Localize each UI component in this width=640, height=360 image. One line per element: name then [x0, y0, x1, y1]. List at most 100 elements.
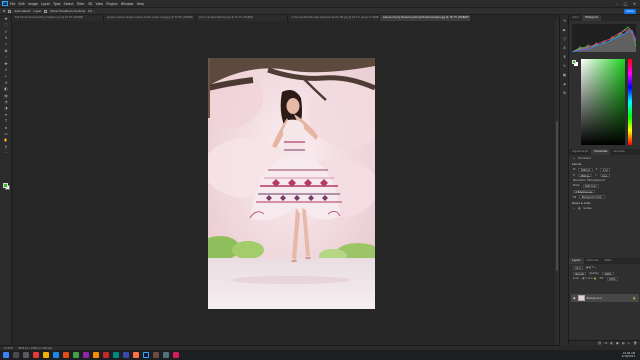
menu-view[interactable]: View [95, 2, 103, 6]
depth-select[interactable]: 8 Bits/Channel [573, 189, 595, 194]
layer-select[interactable]: Layer [34, 9, 42, 13]
app-icon-coral[interactable] [133, 352, 139, 358]
crop-tool-icon[interactable]: ⌗ [2, 42, 10, 47]
app-icon-red[interactable] [33, 352, 39, 358]
history-panel-icon[interactable]: ⟲ [562, 19, 567, 24]
menu-image[interactable]: Image [28, 2, 38, 6]
blur-tool-icon[interactable]: ◔ [2, 99, 10, 104]
brush-settings-icon[interactable]: ✎ [562, 64, 567, 69]
app-icon-purple[interactable] [83, 352, 89, 358]
maximize-button[interactable]: □ [624, 2, 627, 6]
link-layers-icon[interactable]: ⛓ [598, 341, 602, 345]
x-field[interactable]: 0 px [600, 168, 611, 172]
menu-file[interactable]: File [10, 2, 15, 6]
tab-color[interactable]: Color [569, 15, 582, 21]
clone-stamp-icon[interactable]: ⊥ [2, 74, 10, 79]
menu-filter[interactable]: Filter [77, 2, 85, 6]
shape-tool-icon[interactable]: ▭ [2, 131, 10, 136]
lasso-tool-icon[interactable]: ℓ [2, 29, 10, 34]
menu-plugins[interactable]: Plugins [106, 2, 117, 6]
app-icon-amber[interactable] [93, 352, 99, 358]
trash-icon[interactable]: 🗑 [633, 341, 637, 345]
share-button[interactable]: Share [624, 8, 636, 14]
info-panel-icon[interactable]: ⓘ [562, 37, 567, 42]
layer-name[interactable]: Background [587, 297, 602, 300]
ruler-icon[interactable]: ⊢ [573, 207, 575, 210]
adjustment-icon[interactable]: ▣ [616, 341, 619, 345]
brush-tool-icon[interactable]: ✐ [2, 68, 10, 73]
move-tool-icon[interactable]: ✥ [3, 9, 5, 13]
marquee-tool-icon[interactable]: ⬚ [2, 23, 10, 28]
app-icon-teal[interactable] [113, 352, 119, 358]
filter-icons[interactable]: ▣ ◐ T ▭ [586, 266, 596, 269]
width-field[interactable]: 3000 px [578, 168, 593, 172]
panel-foreground-swatch[interactable] [572, 60, 576, 64]
color-picker-field[interactable] [581, 59, 625, 145]
align-icons[interactable]: ⫴ ⫼ ⋯ [88, 9, 95, 13]
fx-icon[interactable]: fx [605, 341, 608, 345]
opacity-field[interactable]: 100% [602, 271, 614, 276]
foreground-color-swatch[interactable] [3, 183, 8, 188]
app-icon-green[interactable] [73, 352, 79, 358]
auto-select-checkbox[interactable] [8, 9, 12, 13]
menu-edit[interactable]: Edit [19, 2, 25, 6]
lock-icons[interactable]: ▦ ✎ ✥ ⊡ 🔒 [582, 277, 596, 280]
healing-brush-icon[interactable]: ✚ [2, 61, 10, 66]
new-layer-icon[interactable]: + [628, 341, 631, 345]
blend-mode-select[interactable]: Normal [573, 271, 587, 276]
windows-start-icon[interactable] [3, 352, 9, 358]
app-icon-indigo[interactable] [123, 352, 129, 358]
tab-libraries[interactable]: Libraries [610, 149, 627, 155]
frame-tool-icon[interactable]: ⊠ [2, 48, 10, 53]
app-icon-pink[interactable] [173, 352, 179, 358]
more-tools-icon[interactable]: ⋯ [2, 151, 10, 156]
transform-controls-checkbox[interactable] [44, 9, 48, 13]
eraser-tool-icon[interactable]: ◧ [2, 87, 10, 92]
grid-icon[interactable]: ▦ [578, 207, 580, 210]
tab-channels[interactable]: Channels [584, 258, 602, 264]
paragraph-panel-icon[interactable]: ¶ [562, 55, 567, 60]
menu-3d[interactable]: 3D [88, 2, 92, 6]
close-button[interactable]: ✕ [633, 2, 636, 6]
gradient-tool-icon[interactable]: ▤ [2, 93, 10, 98]
fill-select[interactable]: Background Color [579, 195, 605, 199]
navigator-panel-icon[interactable]: ⊞ [562, 91, 567, 96]
layer-row-background[interactable]: ◉ Background 🔒 [571, 294, 639, 302]
y-field[interactable]: 0 px [599, 173, 610, 178]
height-field[interactable]: 4500 px [577, 173, 593, 178]
tab-histogram[interactable]: Histogram [581, 15, 602, 21]
layer-kind-filter[interactable]: Kind [573, 266, 584, 270]
menu-layer[interactable]: Layer [41, 2, 50, 6]
group-icon[interactable]: ▤ [622, 341, 625, 345]
file-explorer-icon[interactable] [43, 352, 49, 358]
menu-select[interactable]: Select [64, 2, 74, 6]
scrollbar-thumb[interactable] [555, 121, 559, 271]
history-brush-icon[interactable]: ↺ [2, 80, 10, 85]
tab-properties[interactable]: Properties [591, 149, 611, 155]
system-clock[interactable]: 10:48 AM 4/18/2023 [622, 352, 635, 358]
actions-panel-icon[interactable]: ▶ [562, 28, 567, 33]
swatches-panel-icon[interactable]: ▦ [562, 73, 567, 78]
minimize-button[interactable]: – [616, 2, 618, 6]
photoshop-taskbar-icon[interactable] [143, 352, 149, 358]
eyedropper-tool-icon[interactable]: ⟋ [2, 55, 10, 60]
mask-icon[interactable]: ◐ [610, 341, 613, 345]
move-tool-icon[interactable]: ✥ [2, 16, 10, 21]
app-icon-slate[interactable] [163, 352, 169, 358]
menu-type[interactable]: Type [53, 2, 60, 6]
document-photo[interactable] [208, 58, 375, 309]
edge-browser-icon[interactable] [53, 352, 59, 358]
task-view-icon[interactable] [23, 352, 29, 358]
hue-slider[interactable] [628, 59, 632, 145]
app-icon-crimson[interactable] [103, 352, 109, 358]
tab-layers[interactable]: Layers [569, 258, 584, 264]
quick-select-tool-icon[interactable]: ✎ [2, 36, 10, 41]
zoom-tool-icon[interactable]: ⚲ [2, 144, 10, 149]
character-panel-icon[interactable]: A [562, 46, 567, 51]
tab-paths[interactable]: Paths [602, 258, 615, 264]
fill-field[interactable]: 100% [606, 277, 619, 281]
search-icon[interactable] [13, 352, 19, 358]
pen-tool-icon[interactable]: ✒ [2, 112, 10, 117]
type-tool-icon[interactable]: T [2, 119, 10, 124]
dodge-tool-icon[interactable]: ◑ [2, 106, 10, 111]
